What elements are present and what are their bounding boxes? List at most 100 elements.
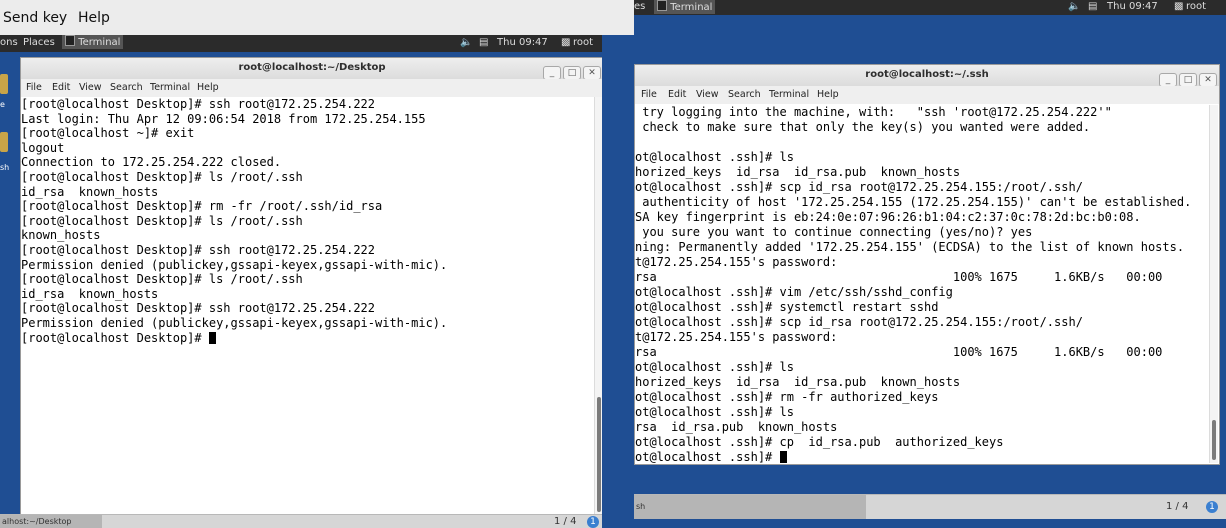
terminal-line: you sure you want to continue connecting…: [635, 225, 1033, 239]
volume-icon[interactable]: 🔈: [1068, 1, 1080, 12]
home-folder-icon[interactable]: [0, 74, 8, 94]
desktop-background: [602, 35, 634, 528]
workspace-pager[interactable]: 1 / 4: [1166, 501, 1188, 512]
terminal-icon: [65, 35, 75, 46]
places-menu[interactable]: Places: [23, 37, 55, 48]
terminal-line: rsa 100% 1675 1.6KB/s 00:00: [635, 345, 1163, 359]
terminal-line: ot@localhost .ssh]# scp id_rsa root@172.…: [635, 315, 1083, 329]
file-menu[interactable]: File: [641, 89, 657, 100]
desktop-icon-label: sh: [0, 163, 10, 172]
user-menu-icon[interactable]: ▩: [561, 37, 570, 48]
window-controls: _ □ ✕: [541, 60, 601, 80]
desktop-icon-label: e: [0, 100, 5, 109]
user-menu[interactable]: root: [1186, 1, 1206, 12]
terminal-line: id_rsa known_hosts: [21, 184, 159, 199]
user-menu[interactable]: root: [573, 37, 593, 48]
terminal-line: authenticity of host '172.25.254.155 (17…: [635, 195, 1192, 209]
edit-menu[interactable]: Edit: [668, 89, 686, 100]
terminal-line: ot@localhost .ssh]# scp id_rsa root@172.…: [635, 180, 1083, 194]
terminal-line: ot@localhost .ssh]# vim /etc/ssh/sshd_co…: [635, 285, 953, 299]
window-titlebar[interactable]: root@localhost:~/.ssh _ □ ✕: [635, 65, 1219, 87]
search-menu[interactable]: Search: [728, 89, 761, 100]
clock[interactable]: Thu 09:47: [497, 37, 548, 48]
right-vm-viewer: es Terminal 🔈 ▤ Thu 09:47 ▩ root root@lo…: [634, 0, 1226, 528]
prompt-line: [root@localhost Desktop]#: [21, 331, 593, 346]
terminal-line: Connection to 172.25.254.222 closed.: [21, 155, 282, 170]
terminal-line: t@172.25.254.155's password:: [635, 255, 838, 269]
terminal-line: ot@localhost .ssh]# ls: [635, 360, 794, 374]
user-menu-icon[interactable]: ▩: [1174, 1, 1183, 12]
desktop-icons: e sh: [0, 70, 10, 180]
terminal-line: ot@localhost .ssh]# ls: [635, 405, 794, 419]
minimize-button[interactable]: _: [1159, 73, 1177, 87]
terminal-app-button[interactable]: Terminal: [654, 0, 716, 14]
terminal-line: check to make sure that only the key(s) …: [635, 120, 1091, 134]
edit-menu[interactable]: Edit: [52, 82, 70, 93]
network-icon[interactable]: ▤: [1088, 1, 1097, 12]
send-key-menu[interactable]: Send key: [3, 10, 67, 26]
network-icon[interactable]: ▤: [479, 37, 488, 48]
trash-icon[interactable]: [0, 132, 8, 152]
scrollbar-thumb[interactable]: [1212, 420, 1216, 460]
minimize-button[interactable]: _: [543, 66, 561, 80]
prompt-line: ot@localhost .ssh]#: [635, 450, 1208, 463]
terminal-app-label: Terminal: [670, 2, 713, 13]
terminal-window: root@localhost:~/.ssh _ □ ✕ File Edit View…: [634, 64, 1220, 465]
terminal-line: [root@localhost ~]# exit: [21, 126, 195, 141]
scrollbar-thumb[interactable]: [597, 397, 601, 512]
applications-menu[interactable]: es: [634, 1, 645, 12]
close-button[interactable]: ✕: [1199, 73, 1217, 87]
terminal-line: ot@localhost .ssh]# rm -fr authorized_ke…: [635, 390, 939, 404]
notification-badge[interactable]: 1: [587, 516, 599, 528]
terminal-cursor: [208, 331, 216, 344]
terminal-line: Permission denied (publickey,gssapi-keye…: [21, 257, 448, 272]
terminal-menu[interactable]: Terminal: [769, 89, 809, 100]
window-titlebar[interactable]: root@localhost:~/Desktop _ □ ✕: [21, 58, 603, 80]
vm-menubar: Send key Help: [0, 0, 634, 36]
close-button[interactable]: ✕: [583, 66, 601, 80]
terminal-menu[interactable]: Terminal: [150, 82, 190, 93]
view-menu[interactable]: View: [696, 89, 719, 100]
terminal-cursor: [779, 451, 787, 463]
window-controls: _ □ ✕: [1157, 67, 1217, 87]
clock[interactable]: Thu 09:47: [1107, 1, 1158, 12]
terminal-output[interactable]: try logging into the machine, with: "ssh…: [635, 105, 1208, 463]
help-menu[interactable]: Help: [78, 10, 110, 26]
notification-badge[interactable]: 1: [1206, 501, 1218, 513]
bottom-taskbar: alhost:~/Desktop 1 / 4 1: [0, 514, 602, 528]
terminal-line: SA key fingerprint is eb:24:0e:07:96:26:…: [635, 210, 1141, 224]
applications-menu[interactable]: ons: [0, 37, 18, 48]
terminal-line: [root@localhost Desktop]# ls /root/.ssh: [21, 169, 303, 184]
terminal-menubar: File Edit View Search Terminal Help: [635, 86, 1219, 104]
terminal-line: [root@localhost Desktop]# ls /root/.ssh: [21, 272, 303, 287]
terminal-window: root@localhost:~/Desktop _ □ ✕ File Edit V…: [20, 57, 604, 517]
file-menu[interactable]: File: [26, 82, 42, 93]
terminal-line: horized_keys id_rsa id_rsa.pub known_hos…: [635, 375, 961, 389]
terminal-line: [root@localhost Desktop]# ssh root@172.2…: [21, 301, 376, 316]
maximize-button[interactable]: □: [563, 66, 581, 80]
terminal-scrollbar[interactable]: [1209, 105, 1218, 463]
help-menu[interactable]: Help: [817, 89, 839, 100]
window-title: root@localhost:~/.ssh: [865, 69, 989, 80]
volume-icon[interactable]: 🔈: [460, 37, 472, 48]
terminal-app-button[interactable]: Terminal: [62, 35, 124, 49]
terminal-line: [root@localhost Desktop]# ssh root@172.2…: [21, 242, 376, 257]
bottom-taskbar: sh 1 / 4 1: [634, 494, 1226, 519]
maximize-button[interactable]: □: [1179, 73, 1197, 87]
help-menu[interactable]: Help: [197, 82, 219, 93]
left-vm-viewer: Send key Help ons Places Terminal 🔈 ▤ Th…: [0, 0, 634, 528]
view-menu[interactable]: View: [79, 82, 102, 93]
terminal-line: Permission denied (publickey,gssapi-keye…: [21, 315, 448, 330]
workspace-pager[interactable]: 1 / 4: [554, 516, 576, 527]
top-panel: es Terminal 🔈 ▤ Thu 09:47 ▩ root: [634, 0, 1226, 15]
terminal-output[interactable]: [root@localhost Desktop]# ssh root@172.2…: [21, 97, 593, 515]
terminal-line: try logging into the machine, with: "ssh…: [635, 105, 1112, 119]
taskbar-terminal-item[interactable]: sh: [634, 495, 866, 519]
terminal-line: ot@localhost .ssh]# ls: [635, 150, 794, 164]
taskbar-terminal-item[interactable]: alhost:~/Desktop: [0, 515, 102, 528]
terminal-line: [root@localhost Desktop]# ssh root@172.2…: [21, 97, 376, 111]
window-title: root@localhost:~/Desktop: [238, 62, 386, 73]
terminal-line: ning: Permanently added '172.25.254.155'…: [635, 240, 1185, 254]
search-menu[interactable]: Search: [110, 82, 143, 93]
